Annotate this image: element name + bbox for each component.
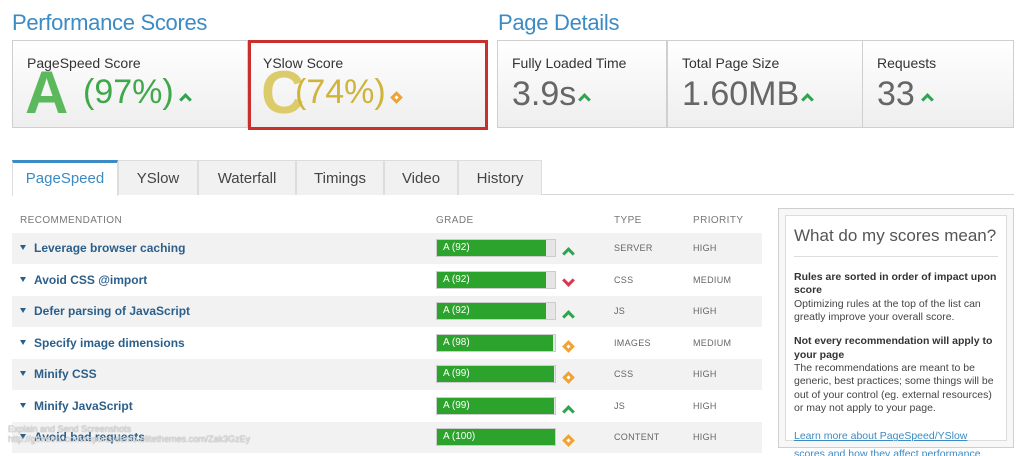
grade-text: A (92) bbox=[443, 305, 470, 316]
recommendation-name[interactable]: Specify image dimensions bbox=[34, 336, 185, 350]
caret-down-icon[interactable] bbox=[20, 371, 26, 376]
performance-scores-title: Performance Scores bbox=[12, 10, 208, 35]
caret-down-icon[interactable] bbox=[20, 245, 26, 250]
tab-yslow[interactable]: YSlow bbox=[118, 160, 198, 195]
grade-text: A (92) bbox=[443, 242, 470, 253]
learn-more-link[interactable]: Learn more about PageSpeed/YSlow scores … bbox=[794, 430, 984, 456]
grade-text: A (99) bbox=[443, 400, 470, 411]
table-row[interactable]: Defer parsing of JavaScript A (92) JS HIGH bbox=[12, 296, 762, 327]
header-type[interactable]: TYPE bbox=[614, 215, 642, 226]
help-p2-heading: Not every recommendation will apply to y… bbox=[794, 335, 993, 361]
type-value: SERVER bbox=[614, 243, 653, 253]
grade-bar: A (99) bbox=[436, 397, 556, 415]
type-value: JS bbox=[614, 306, 626, 316]
pagespeed-score-card: PageSpeed Score A (97%) bbox=[12, 40, 248, 128]
caret-down-icon[interactable] bbox=[20, 403, 26, 408]
tab-video[interactable]: Video bbox=[384, 160, 458, 195]
caret-down-icon[interactable] bbox=[20, 308, 26, 313]
diamond-icon bbox=[562, 338, 575, 356]
chevron-up-icon bbox=[562, 403, 575, 421]
caret-down-icon[interactable] bbox=[20, 340, 26, 345]
yslow-highlight-frame bbox=[248, 40, 488, 130]
recommendation-name[interactable]: Minify JavaScript bbox=[34, 399, 133, 413]
header-recommendation[interactable]: RECOMMENDATION bbox=[20, 215, 122, 226]
grade-text: A (100) bbox=[443, 431, 476, 442]
priority-value: MEDIUM bbox=[693, 338, 732, 348]
grade-bar: A (92) bbox=[436, 302, 556, 320]
table-row[interactable]: Specify image dimensions A (98) IMAGES MEDI… bbox=[12, 328, 762, 359]
diamond-icon bbox=[562, 432, 575, 450]
help-p1-heading: Rules are sorted in order of impact upon… bbox=[794, 271, 997, 297]
priority-value: HIGH bbox=[693, 401, 717, 411]
table-row[interactable]: Avoid CSS @import A (92) CSS MEDIUM bbox=[12, 265, 762, 296]
type-value: JS bbox=[614, 401, 626, 411]
priority-value: HIGH bbox=[693, 243, 717, 253]
requests-card: Requests 33 bbox=[862, 40, 1014, 128]
help-p1-text: Optimizing rules at the top of the list … bbox=[794, 297, 981, 323]
grade-text: A (92) bbox=[443, 274, 470, 285]
load-time-card: Fully Loaded Time 3.9s bbox=[497, 40, 667, 128]
type-value: IMAGES bbox=[614, 338, 651, 348]
tab-waterfall[interactable]: Waterfall bbox=[198, 160, 296, 195]
chevron-up-icon bbox=[179, 91, 192, 109]
tab-timings[interactable]: Timings bbox=[296, 160, 384, 195]
priority-value: HIGH bbox=[693, 432, 717, 442]
grade-bar: A (98) bbox=[436, 334, 556, 352]
grade-bar: A (99) bbox=[436, 365, 556, 383]
caret-down-icon[interactable] bbox=[20, 277, 26, 282]
priority-value: HIGH bbox=[693, 306, 717, 316]
chevron-up-icon bbox=[801, 91, 814, 109]
chevron-down-icon bbox=[562, 272, 575, 290]
recommendation-name[interactable]: Avoid CSS @import bbox=[34, 273, 147, 287]
help-title: What do my scores mean? bbox=[794, 226, 998, 257]
load-time-value: 3.9s bbox=[512, 75, 577, 113]
tab-history[interactable]: History bbox=[458, 160, 542, 195]
requests-value: 33 bbox=[877, 75, 915, 113]
page-size-label: Total Page Size bbox=[682, 55, 780, 71]
requests-label: Requests bbox=[877, 55, 937, 71]
chevron-up-icon bbox=[562, 308, 575, 326]
priority-value: HIGH bbox=[693, 369, 717, 379]
help-paragraph-1: Rules are sorted in order of impact upon… bbox=[794, 271, 998, 324]
table-row[interactable]: Minify CSS A (99) CSS HIGH bbox=[12, 359, 762, 390]
table-row[interactable]: Minify JavaScript A (99) JS HIGH bbox=[12, 391, 762, 422]
tab-pagespeed[interactable]: PageSpeed bbox=[12, 160, 118, 196]
scores-help-panel: What do my scores mean? Rules are sorted… bbox=[778, 208, 1014, 456]
help-paragraph-2: Not every recommendation will apply to y… bbox=[794, 335, 998, 415]
pagespeed-grade: A bbox=[25, 59, 69, 126]
watermark-line-2: http://gtmetrix.com/reports/demo.eliteth… bbox=[8, 433, 251, 444]
grade-text: A (98) bbox=[443, 337, 470, 348]
help-p2-text: The recommendations are meant to be gene… bbox=[794, 361, 994, 414]
recommendation-name[interactable]: Defer parsing of JavaScript bbox=[34, 304, 190, 318]
chevron-up-icon bbox=[921, 91, 934, 109]
table-row[interactable]: Leverage browser caching A (92) SERVER HIGH bbox=[12, 233, 762, 264]
load-time-label: Fully Loaded Time bbox=[512, 55, 627, 71]
report-tabs: PageSpeed YSlow Waterfall Timings Video … bbox=[12, 160, 1014, 196]
priority-value: MEDIUM bbox=[693, 275, 732, 285]
header-priority[interactable]: PRIORITY bbox=[693, 215, 743, 226]
type-value: CSS bbox=[614, 369, 634, 379]
page-details-title: Page Details bbox=[498, 10, 620, 35]
pagespeed-percent: (97%) bbox=[83, 73, 174, 111]
grade-bar: A (92) bbox=[436, 239, 556, 257]
diamond-icon bbox=[562, 369, 575, 387]
grade-bar: A (100) bbox=[436, 428, 556, 446]
page-size-card: Total Page Size 1.60MB bbox=[667, 40, 863, 128]
type-value: CSS bbox=[614, 275, 634, 285]
page-size-value: 1.60MB bbox=[682, 75, 800, 113]
type-value: CONTENT bbox=[614, 432, 660, 442]
grade-bar: A (92) bbox=[436, 271, 556, 289]
watermark: Explain and Send Screenshots http://gtme… bbox=[8, 424, 251, 445]
chevron-up-icon bbox=[562, 245, 575, 263]
recommendation-name[interactable]: Minify CSS bbox=[34, 367, 97, 381]
recommendation-name[interactable]: Leverage browser caching bbox=[34, 241, 185, 255]
grade-text: A (99) bbox=[443, 368, 470, 379]
chevron-up-icon bbox=[578, 91, 591, 109]
header-grade[interactable]: GRADE bbox=[436, 215, 474, 226]
